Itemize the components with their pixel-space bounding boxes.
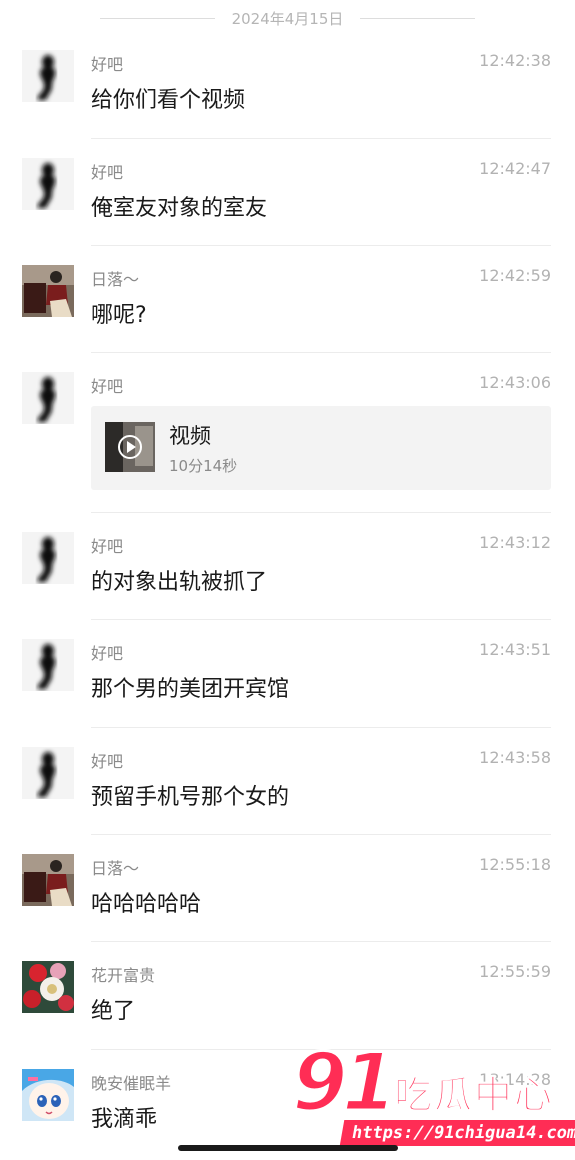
message-time: 12:55:18 — [479, 855, 551, 874]
message-text: 俺室友对象的室友 — [91, 196, 268, 221]
message-item[interactable]: 好吧 12:43:58 预留手机号那个女的 — [0, 735, 575, 835]
sender-name: 好吧 — [91, 55, 124, 74]
message-text: 给你们看个视频 — [91, 88, 246, 113]
avatar[interactable] — [22, 372, 74, 424]
message-item[interactable]: 日落～ 12:42:59 哪呢? — [0, 253, 575, 353]
message-item[interactable]: 花开富贵 12:55:59 绝了 — [0, 949, 575, 1050]
sender-name: 好吧 — [91, 644, 124, 663]
avatar[interactable] — [22, 961, 74, 1013]
watermark-logo: 91 吃瓜中心 https://91chigua14.com — [290, 1035, 575, 1152]
sender-name: 花开富贵 — [91, 966, 156, 985]
message-text: 我滴乖 — [91, 1107, 158, 1132]
divider — [91, 727, 551, 728]
message-text: 预留手机号那个女的 — [91, 785, 290, 810]
divider — [91, 245, 551, 246]
message-item[interactable]: 好吧 12:43:51 那个男的美团开宾馆 — [0, 627, 575, 728]
avatar[interactable] — [22, 50, 74, 102]
avatar[interactable] — [22, 639, 74, 691]
message-time: 12:42:47 — [479, 159, 551, 178]
message-text: 绝了 — [91, 999, 136, 1024]
message-time: 12:43:51 — [479, 640, 551, 659]
message-item[interactable]: 日落～ 12:55:18 哈哈哈哈哈 — [0, 842, 575, 942]
divider — [91, 512, 551, 513]
message-item[interactable]: 好吧 12:43:12 的对象出轨被抓了 — [0, 520, 575, 620]
date-separator-line — [360, 18, 475, 19]
message-time: 12:42:59 — [479, 266, 551, 285]
avatar[interactable] — [22, 854, 74, 906]
avatar[interactable] — [22, 1069, 74, 1121]
avatar[interactable] — [22, 747, 74, 799]
divider — [91, 619, 551, 620]
video-thumbnail[interactable] — [105, 422, 155, 472]
avatar[interactable] — [22, 158, 74, 210]
divider — [91, 941, 551, 942]
video-title: 视频 — [169, 424, 211, 448]
avatar[interactable] — [22, 532, 74, 584]
sender-name: 好吧 — [91, 537, 124, 556]
divider — [91, 352, 551, 353]
message-text: 哪呢? — [91, 303, 147, 328]
message-text: 哈哈哈哈哈 — [91, 892, 202, 917]
message-text: 的对象出轨被抓了 — [91, 570, 268, 595]
date-separator: 2024年4月15日 — [0, 0, 575, 38]
message-item[interactable]: 好吧 12:42:47 俺室友对象的室友 — [0, 146, 575, 246]
watermark-url: https://91chigua14.com — [339, 1120, 575, 1146]
divider — [91, 138, 551, 139]
video-duration: 10分14秒 — [169, 457, 238, 475]
message-time: 12:55:59 — [479, 962, 551, 981]
watermark-brand: 吃瓜中心 — [393, 1073, 555, 1118]
message-item[interactable]: 好吧 12:42:38 给你们看个视频 — [0, 38, 575, 139]
home-indicator[interactable] — [178, 1145, 398, 1151]
sender-name: 好吧 — [91, 752, 124, 771]
sender-name: 日落～ — [91, 859, 140, 878]
message-item[interactable]: 好吧 12:43:06 视频 10分14秒 — [0, 360, 575, 513]
watermark-number: 91 — [290, 1035, 398, 1131]
video-card[interactable]: 视频 10分14秒 — [91, 406, 551, 490]
sender-name: 晚安催眠羊 — [91, 1074, 172, 1093]
message-time: 12:43:58 — [479, 748, 551, 767]
message-text: 那个男的美团开宾馆 — [91, 677, 290, 702]
message-time: 12:43:12 — [479, 533, 551, 552]
sender-name: 日落～ — [91, 270, 140, 289]
date-separator-text: 2024年4月15日 — [231, 10, 344, 28]
message-time: 12:43:06 — [479, 373, 551, 392]
sender-name: 好吧 — [91, 377, 124, 396]
message-time: 12:42:38 — [479, 51, 551, 70]
avatar[interactable] — [22, 265, 74, 317]
sender-name: 好吧 — [91, 163, 124, 182]
divider — [91, 834, 551, 835]
